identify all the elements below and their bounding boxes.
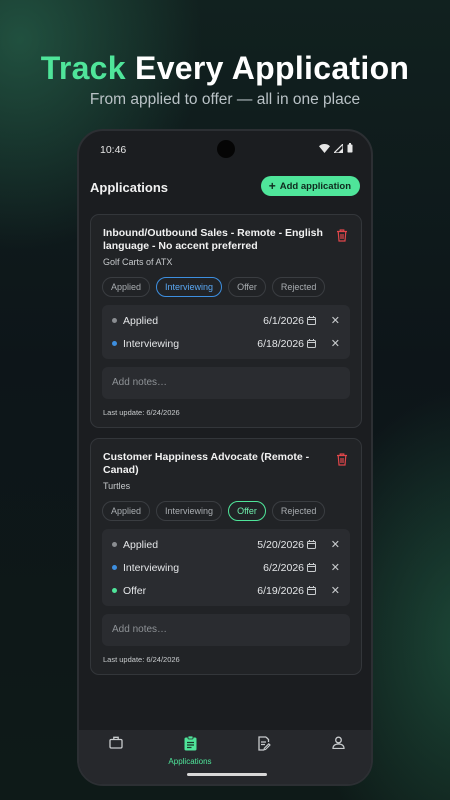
stage-label: Applied	[123, 314, 159, 327]
status-time: 10:46	[100, 144, 127, 156]
stage-row: Interviewing 6/2/2026 ✕	[102, 556, 350, 579]
add-application-button[interactable]: + Add application	[260, 176, 360, 196]
application-card[interactable]: Inbound/Outbound Sales - Remote - Englis…	[90, 214, 362, 428]
delete-icon[interactable]	[336, 453, 348, 466]
nav-item-jobs[interactable]	[91, 736, 141, 749]
stage-chip-interviewing[interactable]: Interviewing	[156, 501, 223, 521]
status-dot	[112, 565, 117, 570]
battery-icon	[347, 143, 353, 153]
stage-chip-interviewing[interactable]: Interviewing	[156, 277, 223, 297]
home-indicator	[187, 773, 267, 776]
stage-chip-offer[interactable]: Offer	[228, 501, 266, 521]
nav-item-notes[interactable]	[239, 736, 289, 751]
stage-label: Interviewing	[123, 337, 180, 350]
remove-stage-icon[interactable]: ✕	[331, 337, 340, 350]
remove-stage-icon[interactable]: ✕	[331, 584, 340, 597]
status-dot	[112, 341, 117, 346]
stage-chip-applied[interactable]: Applied	[102, 277, 151, 297]
plus-icon: +	[268, 179, 276, 193]
stage-history: Applied 5/20/2026 ✕ Interviewing 6/2/202…	[102, 529, 350, 606]
nav-item-profile[interactable]	[313, 736, 363, 749]
remove-stage-icon[interactable]: ✕	[331, 538, 340, 551]
stage-row: Interviewing 6/18/2026 ✕	[102, 332, 350, 355]
remove-stage-icon[interactable]: ✕	[331, 314, 340, 327]
camera-cutout	[217, 140, 235, 158]
stage-date[interactable]: 6/1/2026	[263, 315, 304, 327]
stage-label: Interviewing	[123, 561, 180, 574]
stage-row: Applied 6/1/2026 ✕	[102, 309, 350, 332]
stage-history: Applied 6/1/2026 ✕ Interviewing 6/18/202…	[102, 305, 350, 359]
calendar-icon[interactable]	[307, 563, 316, 572]
phone-frame: 10:46 Applications + Add application Inb…	[77, 129, 373, 786]
company-name: Turtles	[103, 481, 131, 491]
status-dot	[112, 318, 117, 323]
job-title: Inbound/Outbound Sales - Remote - Englis…	[103, 227, 323, 252]
signal-icon	[334, 143, 343, 153]
delete-icon[interactable]	[336, 229, 348, 242]
stage-chip-rejected[interactable]: Rejected	[271, 501, 326, 521]
application-card[interactable]: Customer Happiness Advocate (Remote - Ca…	[90, 438, 362, 675]
stage-selector: Applied Interviewing Offer Rejected	[102, 501, 326, 521]
edit-document-icon	[258, 736, 271, 751]
calendar-icon[interactable]	[307, 540, 316, 549]
stage-date[interactable]: 6/2/2026	[263, 562, 304, 574]
nav-label-applications: Applications	[168, 757, 212, 766]
status-dot	[112, 588, 117, 593]
page-title: Applications	[90, 180, 169, 195]
calendar-icon[interactable]	[307, 339, 316, 348]
stage-date[interactable]: 6/18/2026	[257, 338, 304, 350]
company-name: Golf Carts of ATX	[103, 257, 173, 267]
clipboard-icon	[184, 736, 196, 751]
nav-item-applications[interactable]: Applications	[165, 736, 215, 766]
person-icon	[331, 736, 345, 749]
remove-stage-icon[interactable]: ✕	[331, 561, 340, 574]
app-header: Applications + Add application	[79, 175, 371, 201]
briefcase-icon	[109, 736, 123, 749]
promo-subtitle: From applied to offer — all in one place	[89, 91, 361, 108]
status-dot	[112, 542, 117, 547]
stage-label: Applied	[123, 538, 159, 551]
stage-selector: Applied Interviewing Offer Rejected	[102, 277, 326, 297]
stage-chip-rejected[interactable]: Rejected	[271, 277, 326, 297]
wifi-icon	[319, 143, 330, 153]
last-update: Last update: 6/24/2026	[103, 408, 180, 417]
stage-date[interactable]: 6/19/2026	[257, 585, 304, 597]
last-update: Last update: 6/24/2026	[103, 655, 180, 664]
promo-headline: Track Every Application	[40, 50, 410, 86]
status-bar: 10:46	[79, 131, 371, 167]
calendar-icon[interactable]	[307, 316, 316, 325]
notes-input[interactable]: Add notes…	[102, 614, 350, 646]
stage-row: Offer 6/19/2026 ✕	[102, 579, 350, 602]
stage-chip-offer[interactable]: Offer	[228, 277, 266, 297]
stage-date[interactable]: 5/20/2026	[257, 539, 304, 551]
add-application-label: Add application	[279, 180, 351, 192]
stage-label: Offer	[123, 584, 147, 597]
bottom-navigation: Applications	[79, 730, 371, 784]
stage-row: Applied 5/20/2026 ✕	[102, 533, 350, 556]
calendar-icon[interactable]	[307, 586, 316, 595]
notes-input[interactable]: Add notes…	[102, 367, 350, 399]
stage-chip-applied[interactable]: Applied	[102, 501, 151, 521]
job-title: Customer Happiness Advocate (Remote - Ca…	[103, 451, 310, 476]
